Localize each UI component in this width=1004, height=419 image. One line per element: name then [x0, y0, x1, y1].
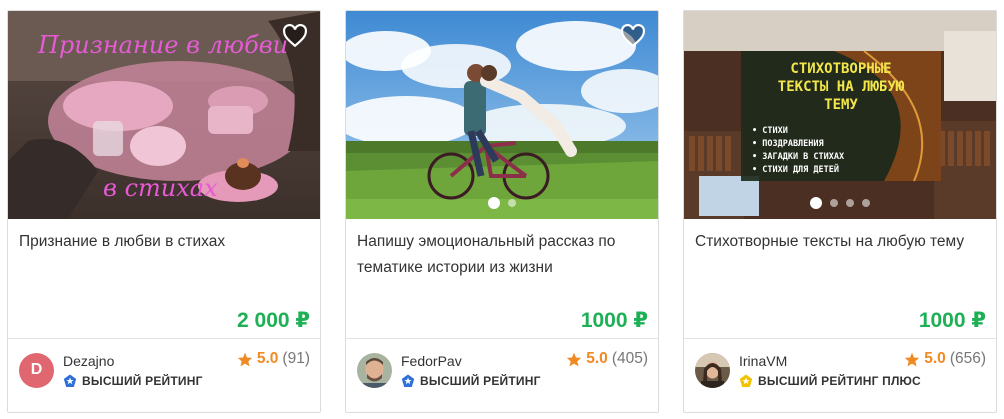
carousel-dot[interactable] — [846, 199, 854, 207]
svg-text:• ЗАГАДКИ В СТИХАХ: • ЗАГАДКИ В СТИХАХ — [752, 152, 844, 162]
card-image[interactable]: СТИХОТВОРНЫЕ ТЕКСТЫ НА ЛЮБУЮ ТЕМУ • СТИХ… — [684, 11, 996, 219]
star-icon — [905, 352, 920, 366]
svg-text:• ПОЗДРАВЛЕНИЯ: • ПОЗДРАВЛЕНИЯ — [752, 139, 824, 149]
card-image[interactable] — [346, 11, 658, 219]
card-title[interactable]: Стихотворные тексты на любую тему — [695, 229, 984, 255]
star-icon — [567, 352, 582, 366]
card-price: 1000 ₽ — [918, 309, 986, 332]
kwork-card[interactable]: Признание в любви в стихах Признание в л… — [7, 10, 321, 413]
seller-name[interactable]: IrinaVM — [739, 352, 921, 370]
badge-icon — [739, 374, 753, 387]
avatar-photo — [695, 352, 730, 388]
card-price: 2 000 ₽ — [237, 309, 310, 332]
rating-score: 5.0 — [586, 350, 608, 367]
carousel-dot[interactable] — [862, 199, 870, 207]
seller-badge: ВЫСШИЙ РЕЙТИНГ — [401, 374, 541, 388]
seller-block: FedorPav ВЫСШИЙ РЕЙТИНГ — [357, 352, 541, 388]
carousel-dots — [684, 197, 996, 209]
rating-count: (91) — [282, 350, 310, 367]
rating-count: (405) — [611, 350, 648, 367]
rating-score: 5.0 — [924, 350, 946, 367]
badge-label: ВЫСШИЙ РЕЙТИНГ — [420, 374, 541, 388]
rating: 5.0 (405) — [566, 350, 648, 368]
rating: 5.0 (656) — [904, 350, 986, 368]
card-price: 1000 ₽ — [580, 309, 648, 332]
seller-name[interactable]: Dezajno — [63, 352, 203, 370]
card-title[interactable]: Признание в любви в стихах — [19, 229, 308, 255]
rating-score: 5.0 — [256, 350, 279, 367]
seller-block: D Dezajno ВЫСШИЙ РЕЙТИНГ — [19, 352, 203, 388]
kwork-card[interactable]: Напишу эмоциональный рассказ по тематике… — [345, 10, 659, 413]
badge-label: ВЫСШИЙ РЕЙТИНГ — [82, 374, 203, 388]
seller-block: IrinaVM ВЫСШИЙ РЕЙТИНГ ПЛЮС — [695, 352, 921, 388]
carousel-dot[interactable] — [488, 197, 500, 209]
card-image[interactable]: Признание в любви в стихах — [8, 11, 320, 219]
divider — [8, 338, 320, 339]
image-poetry-texts: СТИХОТВОРНЫЕ ТЕКСТЫ НА ЛЮБУЮ ТЕМУ • СТИХ… — [684, 11, 996, 219]
carousel-dot[interactable] — [508, 199, 516, 207]
avatar[interactable]: D — [19, 352, 54, 388]
seller-badge: ВЫСШИЙ РЕЙТИНГ ПЛЮС — [739, 374, 921, 388]
heart-icon[interactable] — [282, 24, 308, 48]
seller-badge: ВЫСШИЙ РЕЙТИНГ — [63, 374, 203, 388]
seller-name[interactable]: FedorPav — [401, 352, 541, 370]
carousel-dots — [346, 197, 658, 209]
svg-text:в стихах: в стихах — [103, 174, 218, 202]
heart-icon[interactable] — [620, 24, 646, 48]
svg-text:• СТИХИ ДЛЯ ДЕТЕЙ: • СТИХИ ДЛЯ ДЕТЕЙ — [752, 163, 839, 175]
svg-text:ТЕМУ: ТЕМУ — [824, 97, 858, 113]
divider — [684, 338, 996, 339]
divider — [346, 338, 658, 339]
svg-text:• СТИХИ: • СТИХИ — [752, 126, 788, 136]
avatar-photo — [357, 352, 392, 388]
carousel-dot[interactable] — [830, 199, 838, 207]
avatar[interactable] — [357, 352, 392, 388]
badge-icon — [401, 374, 415, 387]
badge-icon — [63, 374, 77, 387]
svg-text:Признание в любви: Признание в любви — [37, 31, 288, 59]
avatar[interactable] — [695, 352, 730, 388]
rating-count: (656) — [949, 350, 986, 367]
image-couple-bicycle — [346, 11, 658, 219]
svg-text:СТИХОТВОРНЫЕ: СТИХОТВОРНЫЕ — [790, 61, 891, 77]
carousel-dot[interactable] — [810, 197, 822, 209]
image-love-poems: Признание в любви в стихах — [8, 11, 320, 219]
kwork-card[interactable]: СТИХОТВОРНЫЕ ТЕКСТЫ НА ЛЮБУЮ ТЕМУ • СТИХ… — [683, 10, 997, 413]
rating: 5.0 (91) — [237, 350, 310, 368]
badge-label: ВЫСШИЙ РЕЙТИНГ ПЛЮС — [758, 374, 921, 388]
star-icon — [237, 352, 253, 366]
svg-text:ТЕКСТЫ НА ЛЮБУЮ: ТЕКСТЫ НА ЛЮБУЮ — [778, 79, 905, 95]
card-title[interactable]: Напишу эмоциональный рассказ по тематике… — [357, 229, 646, 281]
